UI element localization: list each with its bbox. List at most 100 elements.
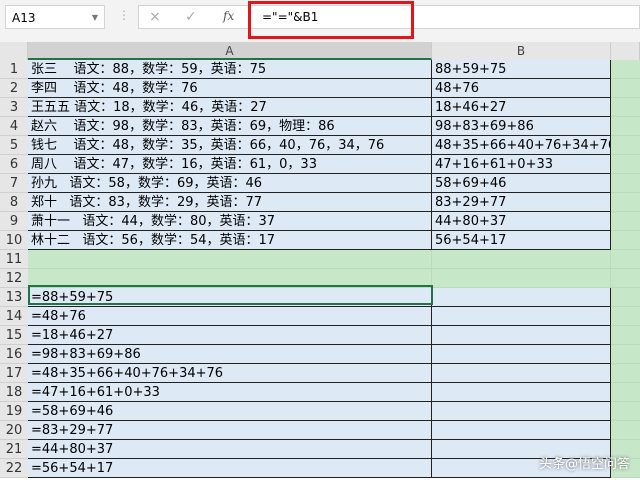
row-header[interactable]: 2 xyxy=(0,79,28,98)
cell-a[interactable]: 张三 语文：88，数学：59，英语：75 xyxy=(28,60,432,79)
cell-a[interactable]: 钱七 语文：48，数学：35，英语：66，40，76，34，76 xyxy=(28,136,432,155)
cell-c[interactable] xyxy=(611,231,640,250)
column-header-a[interactable]: A xyxy=(28,42,432,60)
chevron-down-icon[interactable]: ▼ xyxy=(92,6,98,30)
table-row: 7 孙九 语文：58，数学：69，英语：46 58+69+46 xyxy=(0,174,640,193)
cell-c[interactable] xyxy=(611,117,640,136)
cell-a[interactable]: =48+35+66+40+76+34+76 xyxy=(28,364,432,383)
row-header[interactable]: 20 xyxy=(0,421,28,440)
cell-a[interactable]: =44+80+37 xyxy=(28,440,432,459)
row-header[interactable]: 12 xyxy=(0,269,28,288)
cell-c[interactable] xyxy=(611,326,640,345)
cell-a[interactable]: 孙九 语文：58，数学：69，英语：46 xyxy=(28,174,432,193)
cell-b[interactable] xyxy=(432,402,611,421)
row-header[interactable]: 9 xyxy=(0,212,28,231)
enter-icon[interactable]: ✓ xyxy=(185,9,197,25)
cell-a[interactable]: =83+29+77 xyxy=(28,421,432,440)
cell-b[interactable] xyxy=(432,288,611,307)
cell-b[interactable]: 83+29+77 xyxy=(432,193,611,212)
row-header[interactable]: 19 xyxy=(0,402,28,421)
cell-a[interactable]: 赵六 语文：98，数学：83，英语：69，物理：86 xyxy=(28,117,432,136)
cell-c[interactable] xyxy=(611,98,640,117)
cell-b[interactable] xyxy=(432,326,611,345)
cell-c[interactable] xyxy=(611,402,640,421)
column-header-c[interactable] xyxy=(611,42,640,60)
cell-a[interactable]: 王五五 语文：18，数学：46，英语：27 xyxy=(28,98,432,117)
row-header[interactable]: 17 xyxy=(0,364,28,383)
cell-c[interactable] xyxy=(611,345,640,364)
cell-a[interactable]: =58+69+46 xyxy=(28,402,432,421)
sheet-grid: 1 张三 语文：88，数学：59，英语：75 88+59+75 2 李四 语文：48，数… xyxy=(0,60,640,478)
table-row: 2 李四 语文：48，数学：76 48+76 xyxy=(0,79,640,98)
cell-a[interactable]: 郑十 语文：83，数学：29，英语：77 xyxy=(28,193,432,212)
highlight-box xyxy=(248,1,414,39)
cell-b[interactable]: 88+59+75 xyxy=(432,60,611,79)
cell-a[interactable]: 周八 语文：47，数学：16，英语：61，0，33 xyxy=(28,155,432,174)
cell-b[interactable] xyxy=(432,383,611,402)
cell-a[interactable]: =56+54+17 xyxy=(28,459,432,478)
row-header[interactable]: 4 xyxy=(0,117,28,136)
cell-c[interactable] xyxy=(611,250,640,269)
row-header[interactable]: 14 xyxy=(0,307,28,326)
row-header[interactable]: 8 xyxy=(0,193,28,212)
cell-c[interactable] xyxy=(611,288,640,307)
function-icon[interactable]: fx xyxy=(223,9,234,23)
cell-c[interactable] xyxy=(611,136,640,155)
cell-a[interactable]: 李四 语文：48，数学：76 xyxy=(28,79,432,98)
cell-c[interactable] xyxy=(611,212,640,231)
row-header[interactable]: 5 xyxy=(0,136,28,155)
cell-b[interactable]: 44+80+37 xyxy=(432,212,611,231)
row-header[interactable]: 18 xyxy=(0,383,28,402)
column-header-b[interactable]: B xyxy=(432,42,611,60)
row-header[interactable]: 3 xyxy=(0,98,28,117)
formula-bar: A13 ▼ ⋮ × ✓ fx ="="&B1 xyxy=(0,0,640,42)
select-all-corner[interactable] xyxy=(0,42,28,60)
row-header[interactable]: 15 xyxy=(0,326,28,345)
row-header[interactable]: 13 xyxy=(0,288,28,307)
cell-a[interactable]: =98+83+69+86 xyxy=(28,345,432,364)
cell-c[interactable] xyxy=(611,307,640,326)
cell-c[interactable] xyxy=(611,193,640,212)
name-box[interactable]: A13 ▼ xyxy=(5,5,105,29)
cell-b[interactable] xyxy=(432,345,611,364)
cell-a[interactable]: =47+16+61+0+33 xyxy=(28,383,432,402)
cell-c[interactable] xyxy=(611,383,640,402)
row-header[interactable]: 22 xyxy=(0,459,28,478)
selected-cell-a13[interactable] xyxy=(28,285,433,305)
cancel-icon[interactable]: × xyxy=(149,9,161,25)
cell-a[interactable]: =18+46+27 xyxy=(28,326,432,345)
cell-c[interactable] xyxy=(611,421,640,440)
cell-b[interactable]: 56+54+17 xyxy=(432,231,611,250)
row-header[interactable]: 11 xyxy=(0,250,28,269)
cell-b[interactable]: 98+83+69+86 xyxy=(432,117,611,136)
cell-b[interactable] xyxy=(432,364,611,383)
row-header[interactable]: 16 xyxy=(0,345,28,364)
cell-b[interactable] xyxy=(432,421,611,440)
cell-c[interactable] xyxy=(611,79,640,98)
row-header[interactable]: 10 xyxy=(0,231,28,250)
cell-b[interactable] xyxy=(432,269,611,288)
row-header[interactable]: 1 xyxy=(0,60,28,79)
cell-a[interactable]: 林十二 语文：56，数学：54，英语：17 xyxy=(28,231,432,250)
row-header[interactable]: 6 xyxy=(0,155,28,174)
cell-b[interactable]: 47+16+61+0+33 xyxy=(432,155,611,174)
row-header[interactable]: 21 xyxy=(0,440,28,459)
cell-c[interactable] xyxy=(611,174,640,193)
cell-c[interactable] xyxy=(611,60,640,79)
table-row: 6 周八 语文：47，数学：16，英语：61，0，33 47+16+61+0+33 xyxy=(0,155,640,174)
cell-b[interactable]: 58+69+46 xyxy=(432,174,611,193)
table-row: 18 =47+16+61+0+33 xyxy=(0,383,640,402)
cell-c[interactable] xyxy=(611,269,640,288)
cell-b[interactable]: 48+76 xyxy=(432,79,611,98)
cell-a[interactable]: =48+76 xyxy=(28,307,432,326)
row-header[interactable]: 7 xyxy=(0,174,28,193)
cell-b[interactable] xyxy=(432,307,611,326)
cell-b[interactable]: 48+35+66+40+76+34+76 xyxy=(432,136,611,155)
cell-c[interactable] xyxy=(611,364,640,383)
cell-c[interactable] xyxy=(611,155,640,174)
cell-a[interactable] xyxy=(28,250,432,269)
watermark: 头条@悟空问答 xyxy=(538,457,630,472)
cell-b[interactable]: 18+46+27 xyxy=(432,98,611,117)
cell-a[interactable]: 萧十一 语文：44，数学：80，英语：37 xyxy=(28,212,432,231)
cell-b[interactable] xyxy=(432,250,611,269)
